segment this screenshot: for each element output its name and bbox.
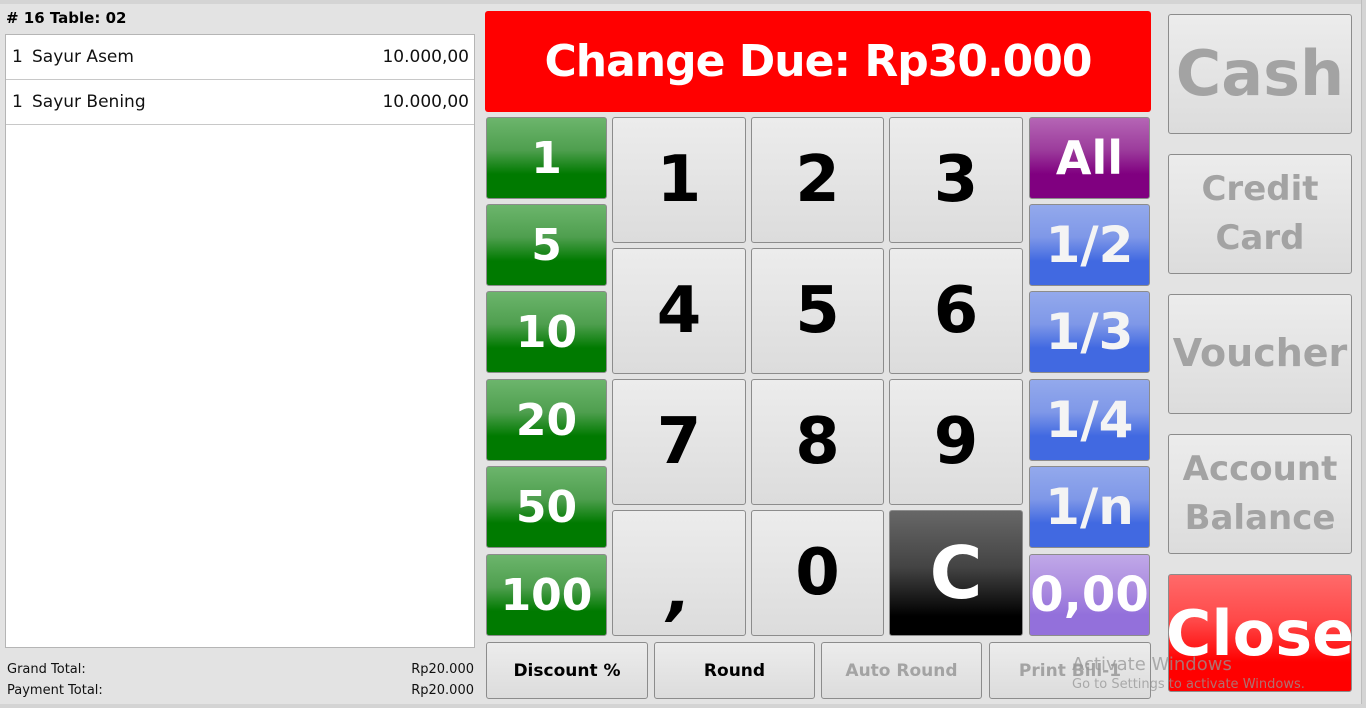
pay-all-button[interactable]: All: [1029, 117, 1150, 199]
keypad-2-button[interactable]: 2: [751, 117, 884, 243]
item-quantity: 1: [12, 92, 23, 112]
keypad-3-button[interactable]: 3: [889, 117, 1023, 243]
quick-amount-10-button[interactable]: 10: [486, 291, 607, 373]
grand-total-value: Rp20.000: [411, 662, 474, 677]
pay-third-button[interactable]: 1/3: [1029, 291, 1150, 373]
auto-round-button[interactable]: Auto Round: [821, 642, 982, 699]
print-bill-button[interactable]: Print Bill-1: [989, 642, 1151, 699]
keypad-7-button[interactable]: 7: [612, 379, 746, 505]
keypad-4-button[interactable]: 4: [612, 248, 746, 374]
quick-amount-5-button[interactable]: 5: [486, 204, 607, 286]
keypad-6-button[interactable]: 6: [889, 248, 1023, 374]
cash-payment-button[interactable]: Cash: [1168, 14, 1352, 134]
order-title: # 16 Table: 02: [6, 9, 127, 27]
close-button[interactable]: Close: [1166, 574, 1354, 692]
item-name: Sayur Bening: [32, 92, 146, 112]
item-price: 10.000,00: [382, 47, 469, 67]
keypad-0-button[interactable]: 0: [751, 510, 884, 636]
item-name: Sayur Asem: [32, 47, 134, 67]
quick-amount-1-button[interactable]: 1: [486, 117, 607, 199]
payment-total-value: Rp20.000: [411, 683, 474, 698]
credit-card-label-line2: Card: [1215, 218, 1305, 258]
round-button[interactable]: Round: [654, 642, 815, 699]
pay-quarter-button[interactable]: 1/4: [1029, 379, 1150, 461]
pay-half-button[interactable]: 1/2: [1029, 204, 1150, 286]
quick-amount-50-button[interactable]: 50: [486, 466, 607, 548]
item-quantity: 1: [12, 47, 23, 67]
window-right-border: [1361, 0, 1366, 708]
credit-card-label-line1: Credit: [1201, 168, 1319, 209]
quick-amount-20-button[interactable]: 20: [486, 379, 607, 461]
order-item-row[interactable]: 1 Sayur Asem 10.000,00: [6, 35, 474, 80]
keypad-8-button[interactable]: 8: [751, 379, 884, 505]
window-top-border: [0, 0, 1366, 4]
discount-button[interactable]: Discount %: [486, 642, 648, 699]
account-balance-label-line2: Balance: [1184, 498, 1336, 538]
pay-split-n-button[interactable]: 1/n: [1029, 466, 1150, 548]
payment-total-row: Payment Total: Rp20.000: [7, 680, 474, 701]
account-balance-label-line1: Account: [1182, 448, 1338, 489]
change-due-banner: Change Due: Rp30.000: [485, 11, 1151, 112]
keypad-1-button[interactable]: 1: [612, 117, 746, 243]
order-item-row[interactable]: 1 Sayur Bening 10.000,00: [6, 80, 474, 125]
comma-glyph: ,: [666, 555, 692, 629]
quick-amount-100-button[interactable]: 100: [486, 554, 607, 636]
credit-card-payment-button[interactable]: Credit Card: [1168, 154, 1352, 274]
keypad-clear-button[interactable]: C: [889, 510, 1023, 636]
zero-amount-button[interactable]: 0,00: [1029, 554, 1150, 636]
voucher-payment-button[interactable]: Voucher: [1168, 294, 1352, 414]
grand-total-row: Grand Total: Rp20.000: [7, 659, 474, 680]
account-balance-payment-button[interactable]: Account Balance: [1168, 434, 1352, 554]
totals-summary: Grand Total: Rp20.000 Payment Total: Rp2…: [7, 659, 474, 701]
grand-total-label: Grand Total:: [7, 662, 86, 677]
order-items-list[interactable]: 1 Sayur Asem 10.000,00 1 Sayur Bening 10…: [5, 34, 475, 648]
payment-total-label: Payment Total:: [7, 683, 103, 698]
item-price: 10.000,00: [382, 92, 469, 112]
keypad-9-button[interactable]: 9: [889, 379, 1023, 505]
window-bottom-border: [0, 704, 1366, 708]
keypad-5-button[interactable]: 5: [751, 248, 884, 374]
keypad-comma-button[interactable]: ,: [612, 510, 746, 636]
